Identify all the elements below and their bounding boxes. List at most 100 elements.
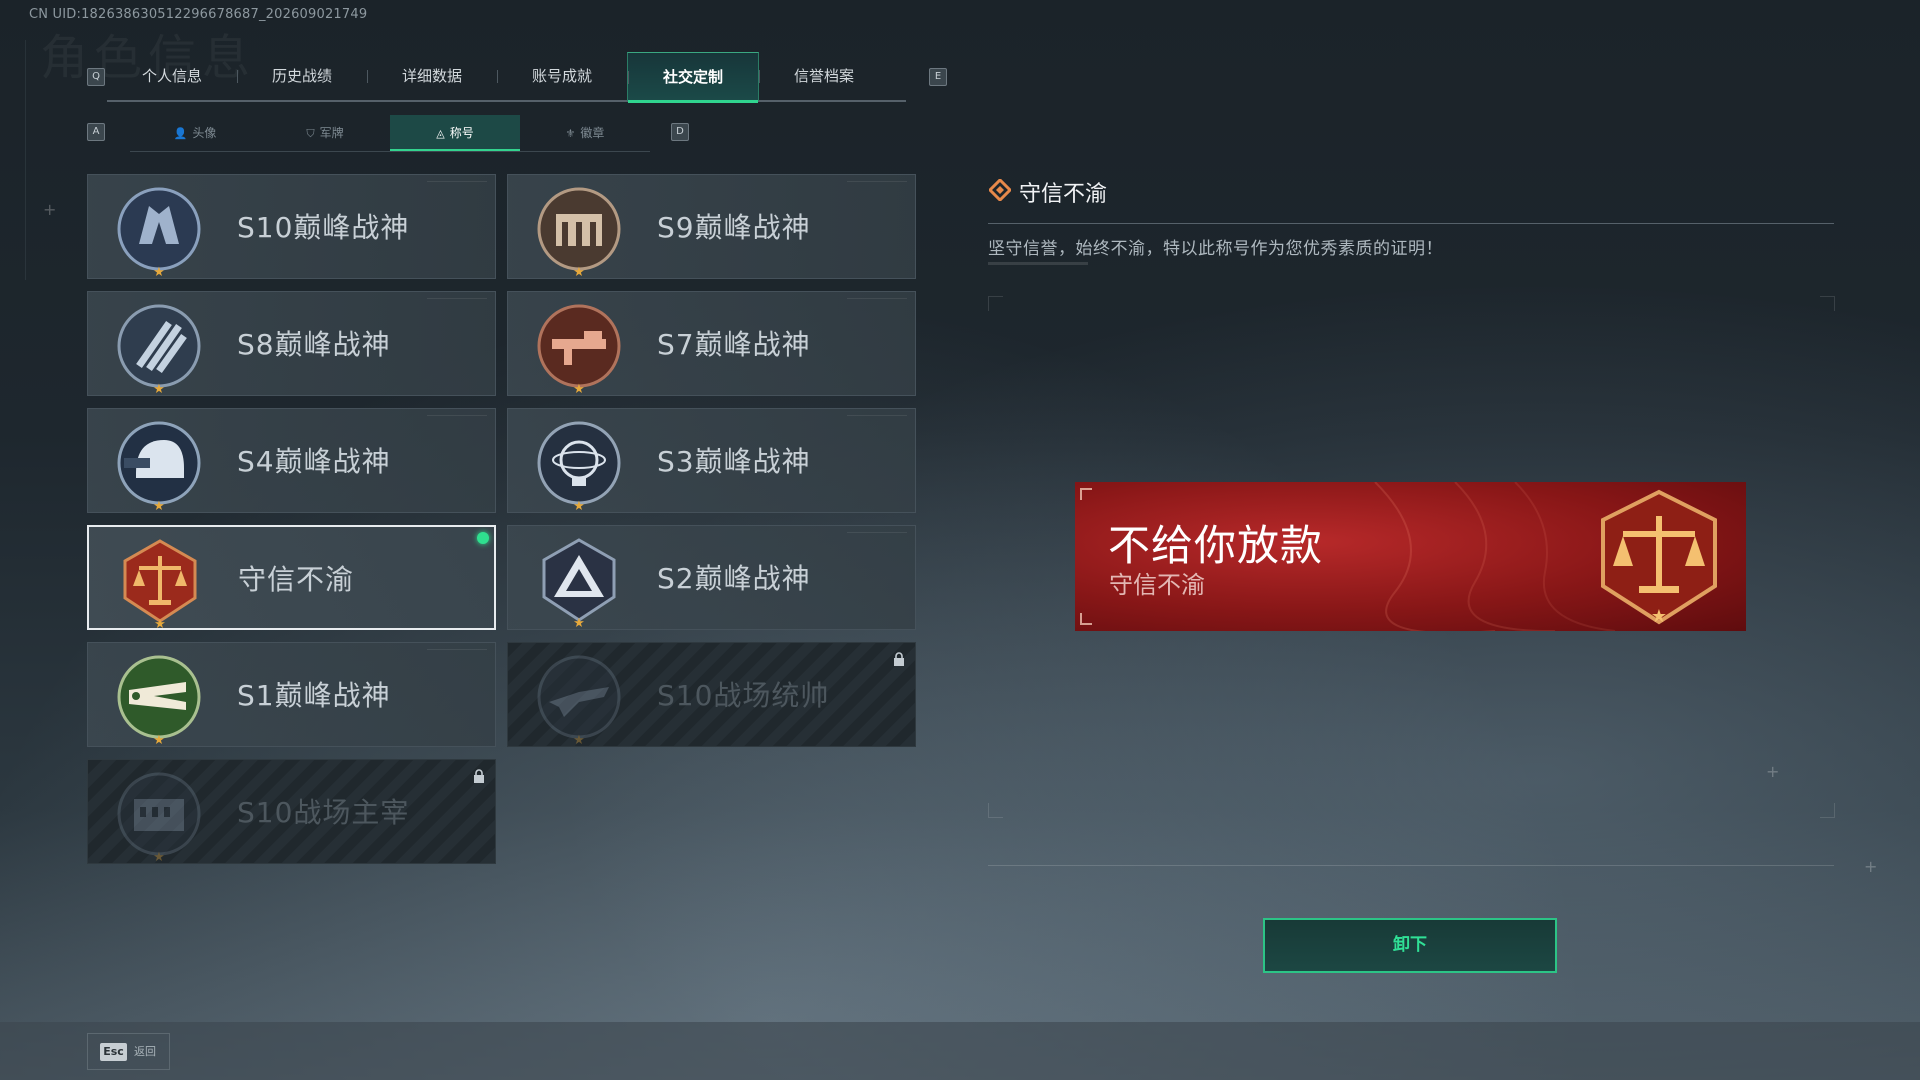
subtab-title[interactable]: ◬ 称号	[390, 115, 520, 151]
diamond-icon	[987, 177, 1013, 203]
title-name: S4巅峰战神	[237, 445, 391, 478]
dogtag-icon: ⛉	[306, 127, 315, 140]
subtab-label: 头像	[192, 126, 217, 140]
scales-emblem-icon: ★	[1589, 486, 1729, 630]
frame-corner	[1820, 296, 1835, 311]
title-card[interactable]: ★ S7巅峰战神	[507, 291, 916, 397]
star-icon: ★	[573, 616, 585, 631]
subtab-dogtag[interactable]: ⛉ 军牌	[260, 115, 390, 151]
helmet-emblem-icon: ★	[114, 418, 204, 514]
star-icon: ★	[154, 617, 166, 632]
card-decoration	[847, 298, 907, 305]
star-icon: ★	[153, 499, 165, 514]
tab-detailed-data[interactable]: 详细数据	[367, 52, 497, 100]
title-card[interactable]: ★ S3巅峰战神	[507, 408, 916, 514]
divider	[988, 223, 1834, 224]
prev-subtab-key[interactable]: A	[87, 123, 105, 141]
lock-icon	[893, 651, 905, 666]
title-name: S1巅峰战神	[237, 679, 391, 712]
tab-social-custom[interactable]: 社交定制	[627, 52, 759, 103]
title-card[interactable]: ★ S8巅峰战神	[87, 291, 496, 397]
banner-corner	[1080, 613, 1092, 625]
card-decoration	[847, 415, 907, 422]
crosshair-mark: +	[43, 200, 57, 219]
star-icon: ★	[153, 265, 165, 280]
card-decoration	[847, 181, 907, 188]
subtab-label: 称号	[449, 126, 474, 140]
title-name: S9巅峰战神	[657, 211, 811, 244]
frame-corner	[988, 803, 1003, 818]
detail-title: 守信不渝	[1019, 182, 1108, 207]
title-card[interactable]: ★ S2巅峰战神	[507, 525, 916, 631]
scales-emblem-icon: ★	[115, 536, 205, 632]
prev-tab-key[interactable]: Q	[87, 68, 105, 86]
footer-bar	[0, 1022, 1920, 1080]
title-banner-preview: 不给你放款 守信不渝 ★	[1075, 482, 1746, 631]
title-name: S10战场主宰	[237, 796, 410, 829]
divider	[988, 865, 1834, 866]
title-name: 守信不渝	[238, 563, 355, 596]
main-tabs: 个人信息 历史战绩 详细数据 账号成就 社交定制 信誉档案	[107, 52, 906, 103]
crosshair-mark: +	[1766, 762, 1780, 781]
rifle-emblem-icon: ★	[534, 301, 624, 397]
tab-credit-file[interactable]: 信誉档案	[759, 52, 889, 100]
star-icon: ★	[573, 499, 585, 514]
card-decoration	[427, 181, 487, 188]
banner-player-name: 不给你放款	[1108, 521, 1324, 570]
star-icon: ★	[153, 733, 165, 748]
star-icon: ★	[153, 382, 165, 397]
equipped-indicator	[477, 532, 489, 544]
banner-title: 守信不渝	[1109, 571, 1205, 599]
lock-icon	[473, 768, 485, 783]
title-card-locked[interactable]: ★ S10战场主宰	[87, 759, 496, 865]
next-subtab-key[interactable]: D	[671, 123, 689, 141]
subtab-label: 徽章	[580, 126, 605, 140]
star-icon: ★	[573, 382, 585, 397]
tab-personal-info[interactable]: 个人信息	[107, 52, 237, 100]
card-decoration	[427, 415, 487, 422]
subtab-avatar[interactable]: 👤 头像	[130, 115, 260, 151]
detail-description: 坚守信誉，始终不渝，特以此称号作为您优秀素质的证明！	[988, 239, 1443, 259]
title-name: S10战场统帅	[657, 679, 830, 712]
triangle-emblem-icon: ★	[534, 535, 624, 631]
description-decoration	[988, 262, 1088, 265]
unequip-button[interactable]: 卸下	[1263, 918, 1557, 973]
title-card-locked[interactable]: ★ S10战场统帅	[507, 642, 916, 748]
frame-corner	[988, 296, 1003, 311]
star-icon: ★	[573, 265, 585, 280]
banner-corner	[1080, 488, 1092, 500]
title-card-selected[interactable]: ★ 守信不渝	[87, 525, 496, 632]
tab-history[interactable]: 历史战绩	[237, 52, 367, 100]
title-name: S3巅峰战神	[657, 445, 811, 478]
title-card[interactable]: ★ S1巅峰战神	[87, 642, 496, 748]
crosshair-mark: +	[1864, 857, 1878, 876]
slash-emblem-icon: ★	[114, 301, 204, 397]
esc-key: Esc	[100, 1043, 127, 1061]
title-name: S7巅峰战神	[657, 328, 811, 361]
card-decoration	[427, 298, 487, 305]
crocodile-emblem-icon: ★	[114, 652, 204, 748]
title-name: S10巅峰战神	[237, 211, 410, 244]
title-card[interactable]: ★ S9巅峰战神	[507, 174, 916, 280]
star-icon: ★	[573, 733, 585, 748]
colosseum-emblem-icon: ★	[114, 769, 204, 865]
back-button[interactable]: Esc 返回	[87, 1033, 170, 1070]
sub-tabs: 👤 头像 ⛉ 军牌 ◬ 称号 ⚜ 徽章	[130, 115, 650, 152]
badge-icon: ⚜	[565, 127, 576, 140]
title-card[interactable]: ★ S4巅峰战神	[87, 408, 496, 514]
tab-achievements[interactable]: 账号成就	[497, 52, 627, 100]
title-name: S8巅峰战神	[237, 328, 391, 361]
star-icon: ★	[153, 850, 165, 865]
frame-corner	[1820, 803, 1835, 818]
title-icon: ◬	[436, 127, 445, 140]
title-name: S2巅峰战神	[657, 562, 811, 595]
card-decoration	[427, 649, 487, 656]
globe-emblem-icon: ★	[534, 418, 624, 514]
next-tab-key[interactable]: E	[929, 68, 947, 86]
svg-text:★: ★	[1651, 606, 1667, 627]
hud-line	[25, 40, 26, 280]
title-card[interactable]: ★ S10巅峰战神	[87, 174, 496, 280]
subtab-badge[interactable]: ⚜ 徽章	[520, 115, 650, 151]
subtab-label: 军牌	[319, 126, 344, 140]
castle-emblem-icon: ★	[114, 184, 204, 280]
